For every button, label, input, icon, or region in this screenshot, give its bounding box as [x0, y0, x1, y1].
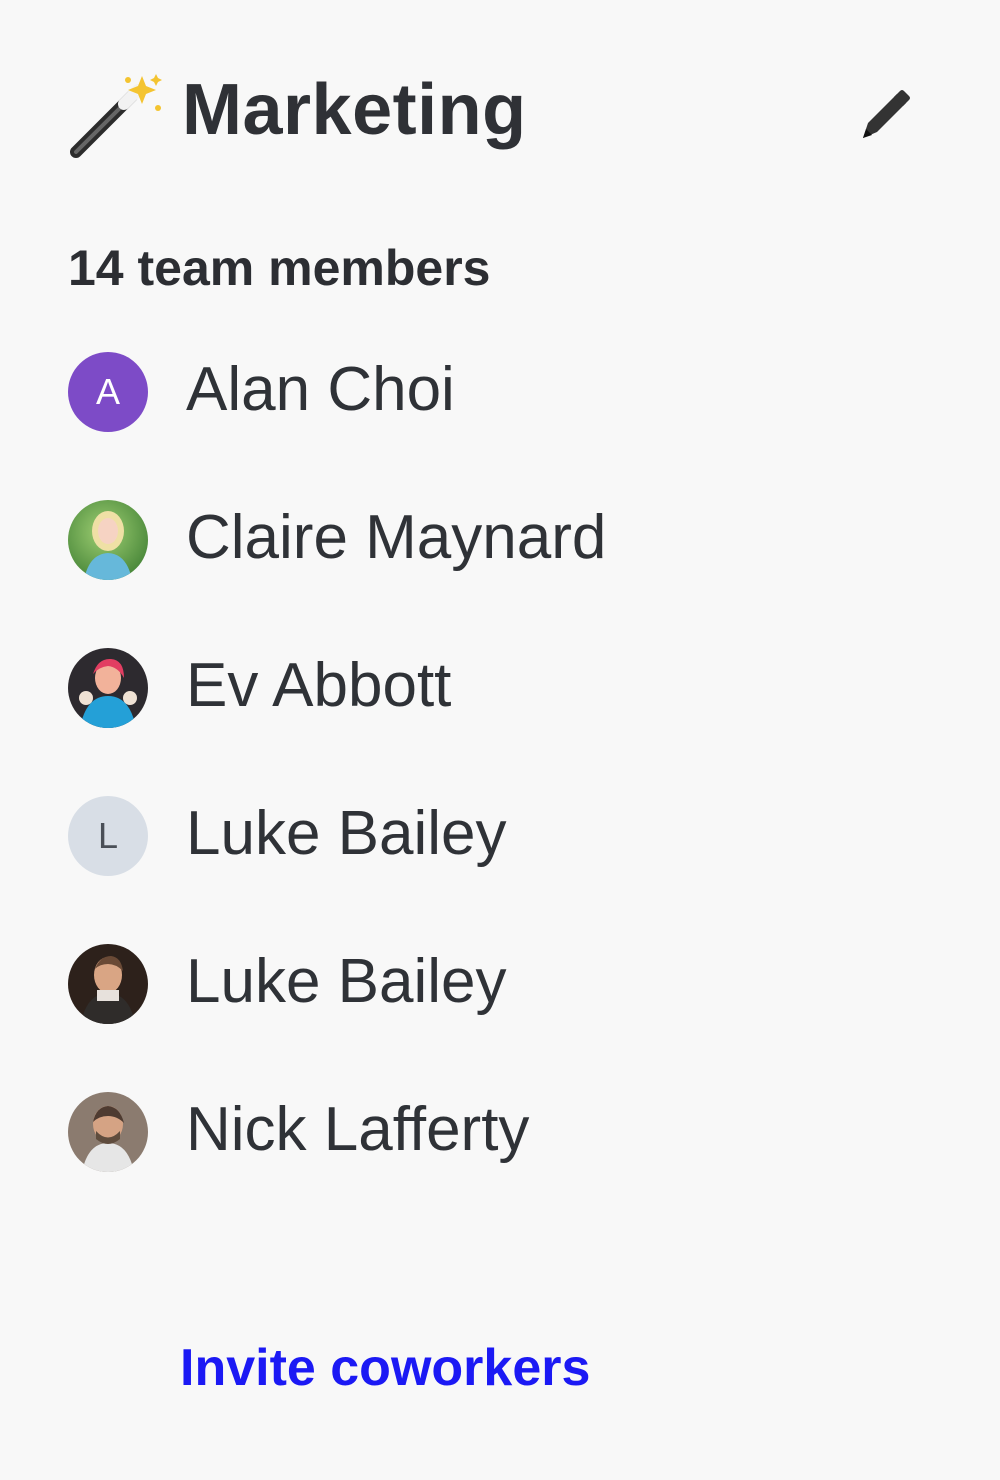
edit-team-button[interactable] — [848, 80, 920, 152]
photo-avatar-image — [68, 648, 148, 728]
team-member-item[interactable]: Luke Bailey — [68, 942, 928, 1090]
pencil-icon — [848, 90, 920, 155]
avatar-initial: L — [97, 815, 119, 856]
avatar — [68, 500, 148, 580]
photo-avatar-image — [68, 500, 148, 580]
invite-coworkers-link[interactable]: Invite coworkers — [180, 1336, 590, 1400]
avatar-initial: A — [95, 371, 120, 412]
team-member-item[interactable]: L Luke Bailey — [68, 794, 928, 942]
team-title: Marketing — [182, 70, 527, 150]
member-name: Alan Choi — [186, 355, 455, 424]
team-panel: Marketing 14 team members A Alan Choi Cl… — [0, 0, 1000, 1480]
magic-wand-icon — [68, 70, 162, 162]
team-member-item[interactable]: Nick Lafferty — [68, 1090, 928, 1238]
member-name: Luke Bailey — [186, 947, 507, 1016]
team-member-list: A Alan Choi Claire Maynard Ev Abbott L L… — [68, 350, 928, 1238]
member-name: Ev Abbott — [186, 651, 452, 720]
avatar — [68, 944, 148, 1024]
avatar: A — [68, 352, 148, 432]
photo-avatar-image — [68, 1092, 148, 1172]
avatar — [68, 1092, 148, 1172]
member-name: Claire Maynard — [186, 503, 607, 572]
team-member-item[interactable]: Ev Abbott — [68, 646, 928, 794]
avatar: L — [68, 796, 148, 876]
team-member-item[interactable]: A Alan Choi — [68, 350, 928, 498]
avatar — [68, 648, 148, 728]
member-count: 14 team members — [68, 240, 491, 296]
member-name: Luke Bailey — [186, 799, 507, 868]
team-header: Marketing — [68, 62, 928, 162]
photo-avatar-image — [68, 944, 148, 1024]
team-member-item[interactable]: Claire Maynard — [68, 498, 928, 646]
member-name: Nick Lafferty — [186, 1095, 530, 1164]
